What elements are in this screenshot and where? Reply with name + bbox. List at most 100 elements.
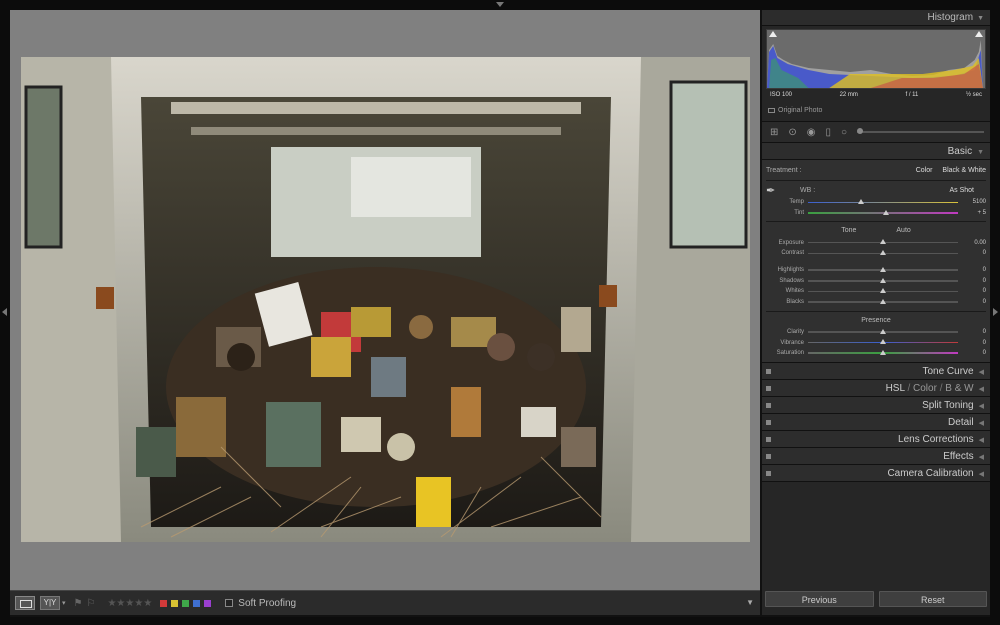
detail-header[interactable]: Detail ◀ <box>762 413 990 431</box>
panel-toggle-icon[interactable] <box>766 402 771 408</box>
whites-value[interactable]: 0 <box>964 288 986 294</box>
whites-slider-knob[interactable] <box>880 288 886 294</box>
panel-toggle-icon[interactable] <box>766 453 771 459</box>
vibrance-slider-knob[interactable] <box>880 339 886 345</box>
temp-value[interactable]: 5100 <box>964 199 986 205</box>
panel-toggle-icon[interactable] <box>766 385 771 391</box>
panel-toggle-icon[interactable] <box>766 419 771 425</box>
panel-toggle-icon[interactable] <box>766 470 771 476</box>
photo-image <box>21 57 750 542</box>
panel-toggle-icon[interactable] <box>766 368 771 374</box>
tone-label: Tone <box>841 227 857 235</box>
bottom-edge <box>0 617 1000 625</box>
basic-header[interactable]: Basic ▼ <box>762 143 990 160</box>
eyedropper-icon[interactable]: ✒ <box>766 184 782 197</box>
contrast-value[interactable]: 0 <box>964 250 986 256</box>
split-toning-title: Split Toning <box>922 399 974 411</box>
toolbar-menu-icon[interactable]: ▼ <box>746 598 754 607</box>
bw-tab[interactable]: B & W <box>945 383 973 394</box>
expand-icon: ◀ <box>978 368 984 376</box>
vibrance-slider[interactable] <box>808 339 958 345</box>
shadows-slider-knob[interactable] <box>880 277 886 283</box>
saturation-slider-row: Saturation 0 <box>766 348 986 359</box>
star-rating[interactable]: ★★★★★ <box>107 598 152 609</box>
before-after-dropdown-icon[interactable]: ▾ <box>62 599 66 607</box>
tint-value[interactable]: + 5 <box>964 210 986 216</box>
flag-icon[interactable]: ⚑ <box>74 598 83 609</box>
blacks-slider-knob[interactable] <box>880 298 886 304</box>
temp-slider[interactable] <box>808 199 958 205</box>
treatment-bw-option[interactable]: Black & White <box>942 167 986 174</box>
exposure-value[interactable]: 0.00 <box>964 240 986 246</box>
shadows-value[interactable]: 0 <box>964 278 986 284</box>
radial-filter-icon[interactable]: ○ <box>841 127 847 138</box>
original-photo-icon <box>768 107 775 113</box>
collapse-top-panel-icon[interactable] <box>496 2 504 7</box>
reject-flag-icon[interactable]: ⚐ <box>86 598 95 609</box>
yellow-label-swatch[interactable] <box>171 599 179 607</box>
lens-corrections-header[interactable]: Lens Corrections ◀ <box>762 430 990 448</box>
expand-icon: ◀ <box>978 385 984 393</box>
tone-auto-button[interactable]: Auto <box>896 225 910 237</box>
histogram-title: Histogram <box>927 12 974 23</box>
crop-icon[interactable]: ⊞ <box>770 127 778 138</box>
color-tab[interactable]: Color <box>913 383 937 394</box>
tone-curve-header[interactable]: Tone Curve ◀ <box>762 362 990 380</box>
blacks-slider[interactable] <box>808 298 958 304</box>
highlight-clipping-icon[interactable] <box>975 31 983 37</box>
divider <box>766 180 986 181</box>
previous-button[interactable]: Previous <box>765 591 874 607</box>
clarity-slider-knob[interactable] <box>880 328 886 334</box>
highlights-slider-knob[interactable] <box>880 266 886 272</box>
highlights-slider[interactable] <box>808 266 958 272</box>
loupe-view-button[interactable] <box>15 596 35 610</box>
tint-slider-knob[interactable] <box>883 209 889 215</box>
camera-calibration-header[interactable]: Camera Calibration ◀ <box>762 464 990 482</box>
before-after-button[interactable]: Y|Y <box>40 596 60 610</box>
expand-icon: ◀ <box>978 470 984 478</box>
collapse-right-panel-icon[interactable] <box>993 308 998 316</box>
histogram[interactable] <box>766 29 986 89</box>
vibrance-value[interactable]: 0 <box>964 340 986 346</box>
wb-select[interactable]: As Shot <box>949 187 974 194</box>
blue-label-swatch[interactable] <box>193 599 201 607</box>
soft-proofing-checkbox[interactable] <box>225 599 234 607</box>
contrast-slider-knob[interactable] <box>880 250 886 256</box>
panel-toggle-icon[interactable] <box>766 436 771 442</box>
clarity-value[interactable]: 0 <box>964 329 986 335</box>
saturation-slider-knob[interactable] <box>880 349 886 355</box>
effects-title: Effects <box>943 450 974 462</box>
temp-slider-knob[interactable] <box>857 199 864 205</box>
clarity-slider[interactable] <box>808 328 958 334</box>
saturation-value[interactable]: 0 <box>964 350 986 356</box>
shadow-clipping-icon[interactable] <box>769 31 777 37</box>
highlights-value[interactable]: 0 <box>964 267 986 273</box>
red-eye-icon[interactable]: ◉ <box>807 127 816 138</box>
exposure-slider-knob[interactable] <box>880 239 886 245</box>
red-label-swatch[interactable] <box>160 599 168 607</box>
histogram-header[interactable]: Histogram ▼ <box>762 10 990 26</box>
blacks-value[interactable]: 0 <box>964 299 986 305</box>
treatment-color-option[interactable]: Color <box>916 167 933 174</box>
hsl-tab[interactable]: HSL <box>886 383 905 394</box>
reset-button[interactable]: Reset <box>878 591 987 607</box>
spot-removal-icon[interactable]: ⊙ <box>788 127 796 138</box>
whites-slider[interactable] <box>808 288 958 294</box>
shadows-slider[interactable] <box>808 277 958 283</box>
effects-header[interactable]: Effects ◀ <box>762 447 990 465</box>
adjustment-brush-slider[interactable] <box>857 128 984 134</box>
contrast-slider[interactable] <box>808 250 958 256</box>
split-toning-header[interactable]: Split Toning ◀ <box>762 396 990 414</box>
saturation-slider[interactable] <box>808 349 958 355</box>
whites-slider-row: Whites 0 <box>766 286 986 297</box>
photo-preview[interactable] <box>21 57 750 542</box>
expand-icon: ◀ <box>978 453 984 461</box>
collapse-left-panel-icon[interactable] <box>2 308 7 316</box>
purple-label-swatch[interactable] <box>204 599 212 607</box>
graduated-filter-icon[interactable]: ▯ <box>826 127 832 138</box>
hsl-header[interactable]: HSL / Color / B & W ◀ <box>762 379 990 397</box>
green-label-swatch[interactable] <box>182 599 190 607</box>
exposure-slider[interactable] <box>808 239 958 245</box>
shadows-label: Shadows <box>779 277 804 284</box>
tint-slider[interactable] <box>808 209 958 215</box>
